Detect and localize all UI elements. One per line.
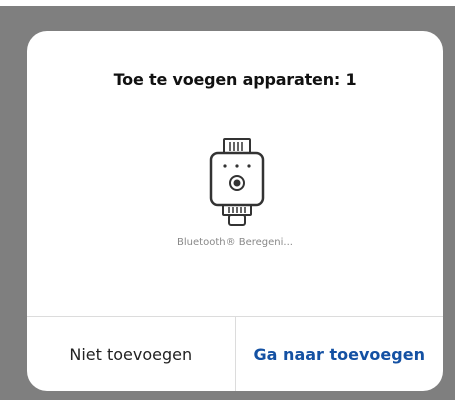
top-edge-strip (0, 0, 455, 6)
add-devices-dialog: Toe te voegen apparaten: 1 Bluetooth® Be… (27, 31, 443, 391)
bluetooth-sprinkler-device-icon (209, 138, 265, 226)
bottom-edge-strip (0, 400, 455, 406)
dialog-button-row: Niet toevoegen Ga naar toevoegen (27, 316, 443, 391)
dialog-title: Toe te voegen apparaten: 1 (113, 70, 357, 89)
go-to-add-button[interactable]: Ga naar toevoegen (236, 317, 444, 391)
device-name-label: Bluetooth® Beregeni... (177, 237, 293, 248)
do-not-add-button[interactable]: Niet toevoegen (27, 317, 236, 391)
